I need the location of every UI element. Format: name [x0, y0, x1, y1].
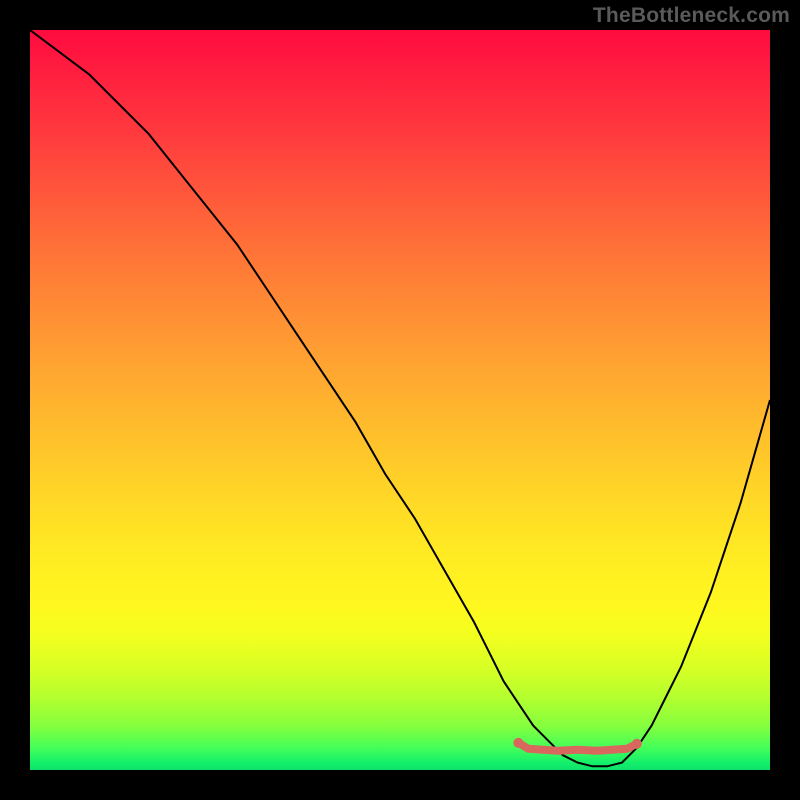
- plot-area: [30, 30, 770, 770]
- curve-svg: [30, 30, 770, 770]
- optimal-range-dot-end: [632, 739, 642, 749]
- chart-container: TheBottleneck.com: [0, 0, 800, 800]
- optimal-range-highlight: [518, 743, 636, 751]
- bottleneck-curve: [30, 30, 770, 766]
- optimal-range-dot-start: [513, 738, 523, 748]
- watermark-text: TheBottleneck.com: [593, 4, 790, 28]
